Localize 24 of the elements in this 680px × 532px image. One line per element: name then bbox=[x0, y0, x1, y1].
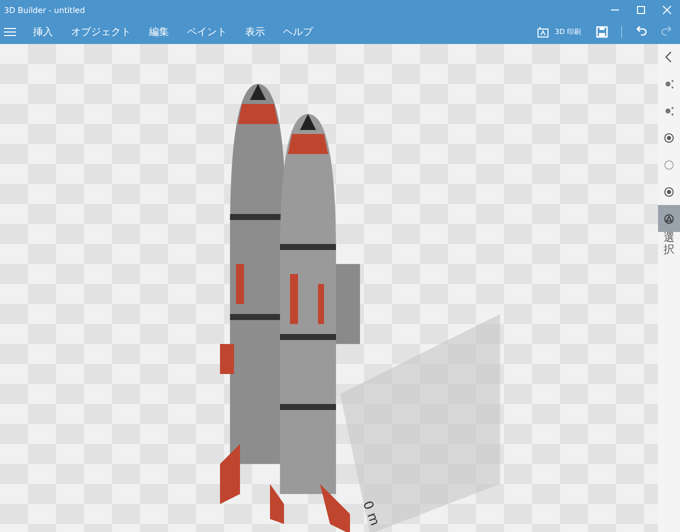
redo-icon bbox=[661, 26, 673, 38]
circle-icon bbox=[664, 160, 674, 170]
menu-item[interactable]: ペイント bbox=[178, 20, 236, 44]
chevron-left-icon bbox=[665, 51, 673, 63]
circle-icon bbox=[664, 132, 674, 142]
menu-icon bbox=[4, 27, 16, 37]
circle-icon bbox=[664, 186, 674, 196]
print-3d-icon bbox=[536, 26, 549, 38]
undo-icon bbox=[635, 26, 647, 38]
sparkle-icon bbox=[664, 106, 674, 116]
maximize-icon bbox=[636, 5, 646, 15]
menu-item[interactable]: 挿入 bbox=[24, 20, 62, 44]
sparkle-icon bbox=[664, 78, 674, 88]
save-icon bbox=[596, 26, 608, 38]
tool-button[interactable] bbox=[658, 205, 680, 232]
scale-label: 0 m bbox=[359, 499, 382, 528]
menu-item[interactable]: 表示 bbox=[236, 20, 274, 44]
menu-item[interactable]: ヘルプ bbox=[274, 20, 322, 44]
menu-item[interactable]: オブジェクト bbox=[62, 20, 140, 44]
menu-item[interactable]: 編集 bbox=[140, 20, 178, 44]
window-title: 3D Builder - untitled bbox=[4, 6, 85, 14]
select-icon bbox=[664, 214, 674, 224]
tool-label: 選択 bbox=[664, 232, 674, 256]
close-icon bbox=[662, 5, 672, 15]
